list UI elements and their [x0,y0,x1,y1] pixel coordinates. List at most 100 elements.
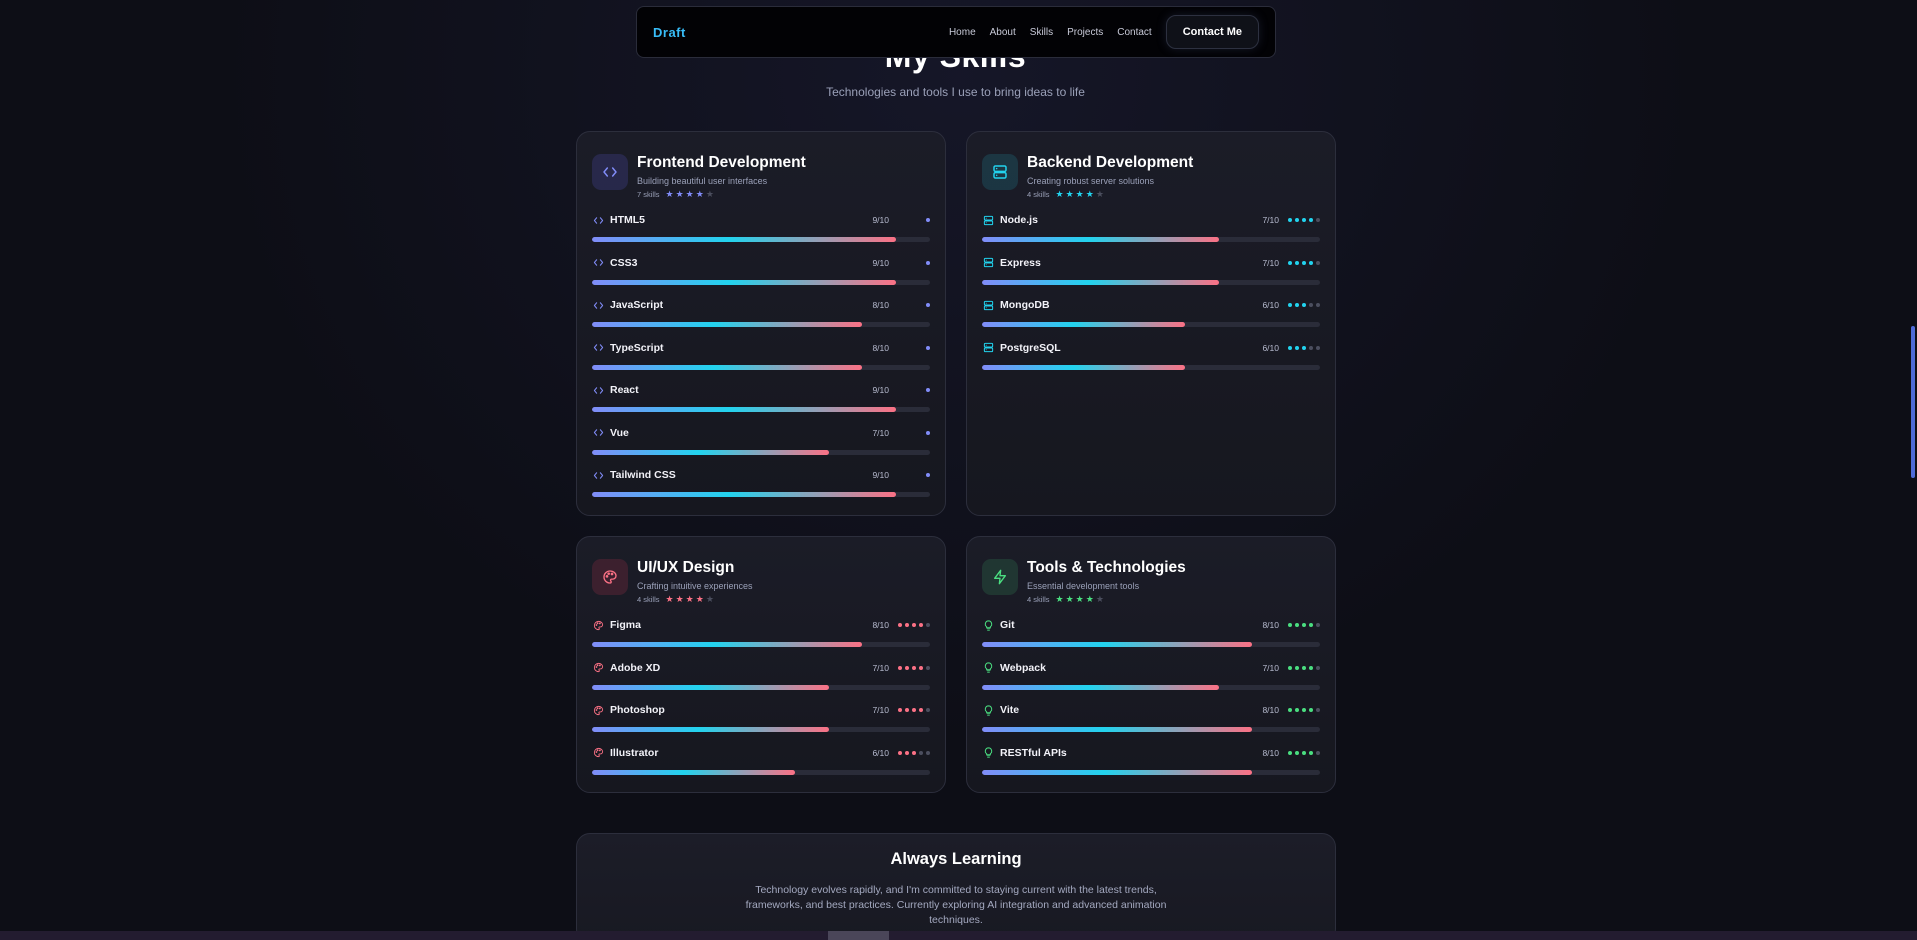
level-dot [1288,665,1292,670]
star-icon: ★ [705,189,714,199]
star-icon: ★ [1095,594,1104,604]
level-dot [912,708,916,712]
level-dot [1295,665,1299,670]
level-dot [1288,260,1292,265]
level-dot [912,623,916,627]
skill-row: Figma 8/10 [592,618,930,661]
level-dot [1316,345,1320,350]
skill-row: CSS3 9/10 [592,256,930,299]
skill-name: PostgreSQL [1000,341,1061,354]
level-dot [926,388,930,392]
skill-header: CSS3 9/10 [592,256,930,270]
skill-progress-track [982,727,1320,732]
skill-header: Figma 8/10 [592,618,930,632]
skill-header: MongoDB 6/10 [982,298,1320,312]
skill-score: 7/10 [872,427,889,438]
skill-score: 7/10 [1262,215,1279,225]
level-dot [912,750,916,755]
level-dots [896,430,930,435]
skill-progress-track [592,684,930,690]
code-icon [592,469,604,481]
nav-links: Home About Skills Projects Contact [949,27,1152,38]
star-icon: ★ [1075,594,1084,604]
skill-list: Git 8/10 Webpack 7/10 Vite 8/10 RESTful APIs 8/… [982,618,1320,788]
code-icon [592,342,604,354]
level-dots [1286,708,1320,712]
taskbar-item[interactable] [828,931,889,940]
level-dot [1302,260,1306,265]
level-dot [1309,665,1313,670]
category-meta: Backend Development Creating robust serve… [1027,154,1193,199]
nav-link-home[interactable]: Home [949,27,976,38]
skill-name: RESTful APIs [1000,746,1067,759]
skill-progress-fill [592,492,897,497]
skill-progress-fill [982,279,1219,285]
skill-progress-fill [982,364,1185,370]
level-dot [919,665,923,670]
category-description: Essential development tools [1027,581,1140,591]
star-rating: ★ ★ ★ ★ ★ [1056,190,1104,199]
level-dot [926,623,930,627]
star-icon: ★ [1055,189,1064,199]
skill-score: 9/10 [872,215,889,225]
skill-row: React 9/10 [592,383,930,426]
level-dot [898,623,902,627]
code-icon [592,154,628,190]
lightbulb-icon [982,619,994,631]
skill-progress-track [592,449,930,455]
level-dots [896,708,930,712]
category-meta: Frontend Development Building beautiful u… [637,154,806,199]
skill-header: TypeScript 8/10 [592,341,930,355]
level-dot [926,750,930,755]
category-header: Tools & Technologies Essential developmen… [982,559,1320,604]
skill-list: Node.js 7/10 Express 7/10 MongoDB 6/10 Postgre… [982,213,1320,383]
skill-score: 8/10 [1262,705,1279,715]
skill-header: Node.js 7/10 [982,213,1320,227]
nav-link-skills[interactable]: Skills [1030,27,1053,38]
skill-score: 7/10 [872,662,889,673]
skill-name: Photoshop [610,704,665,716]
skill-category-card: Backend Development Creating robust serve… [966,131,1336,516]
level-dot [1288,750,1292,755]
skill-list: Figma 8/10 Adobe XD 7/10 Photoshop 7/10 Illust… [592,618,930,788]
level-dot [905,750,909,755]
skill-header: Git 8/10 [982,618,1320,632]
skill-progress-fill [592,364,863,370]
nav-link-contact[interactable]: Contact [1117,27,1151,38]
skill-row: Vue 7/10 [592,426,930,469]
level-dot [1302,708,1306,712]
category-stats: 4 skills ★ ★ ★ ★ ★ [637,595,753,605]
category-meta: UI/UX Design Crafting intuitive experienc… [637,559,753,604]
skill-score: 9/10 [872,257,889,268]
skill-score: 6/10 [1262,300,1279,310]
code-icon [592,257,604,269]
skill-row: Node.js 7/10 [982,213,1320,256]
skill-progress-track [982,684,1320,690]
skill-row: MongoDB 6/10 [982,298,1320,341]
nav-link-projects[interactable]: Projects [1067,27,1103,38]
skill-name: JavaScript [610,299,664,311]
nav-link-about[interactable]: About [990,27,1016,38]
contact-me-button[interactable]: Contact Me [1165,15,1259,49]
palette-icon [592,704,604,716]
star-icon: ★ [1055,594,1064,604]
skill-progress-track [982,237,1320,242]
scrollbar-thumb[interactable] [1911,326,1915,478]
level-dots [896,260,930,265]
level-dot [1295,750,1299,755]
level-dot [926,345,930,350]
star-icon: ★ [1085,594,1094,604]
level-dot [912,665,916,670]
level-dots [1286,260,1320,265]
level-dots [1286,665,1320,670]
level-dot [1295,260,1299,265]
category-stats: 4 skills ★ ★ ★ ★ ★ [1027,594,1186,605]
level-dots [896,218,930,222]
brand-logo[interactable]: Draft [653,25,686,40]
skill-score: 9/10 [872,385,889,395]
level-dot [926,260,930,265]
level-dot [1295,623,1299,627]
level-dots [1286,750,1320,755]
skill-row: Webpack 7/10 [982,661,1320,704]
level-dot [1316,708,1320,712]
